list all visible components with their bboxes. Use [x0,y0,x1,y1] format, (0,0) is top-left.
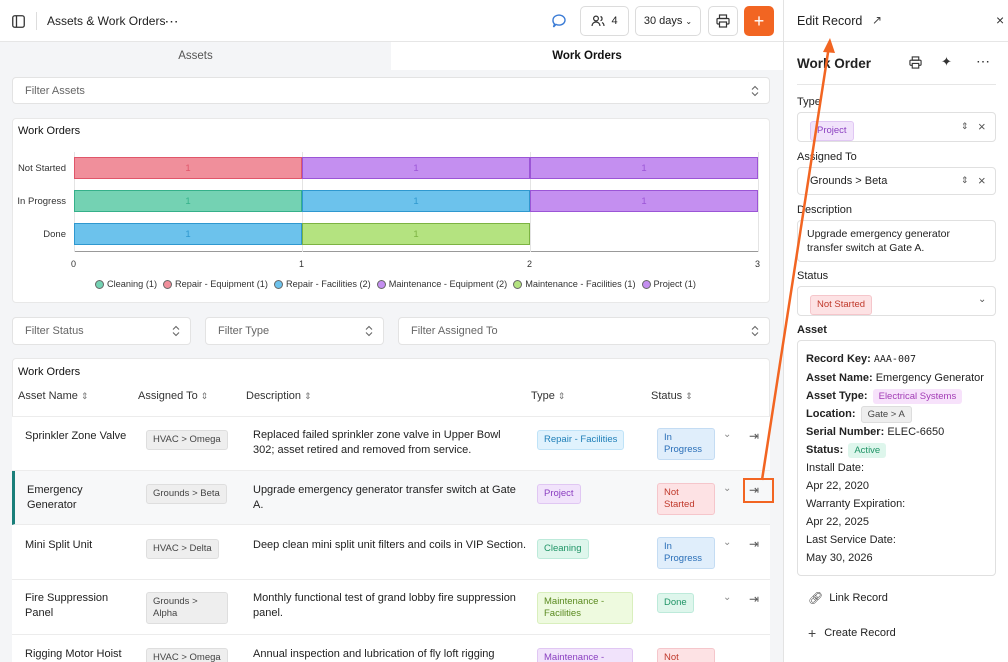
annotation-arrow [760,38,835,481]
